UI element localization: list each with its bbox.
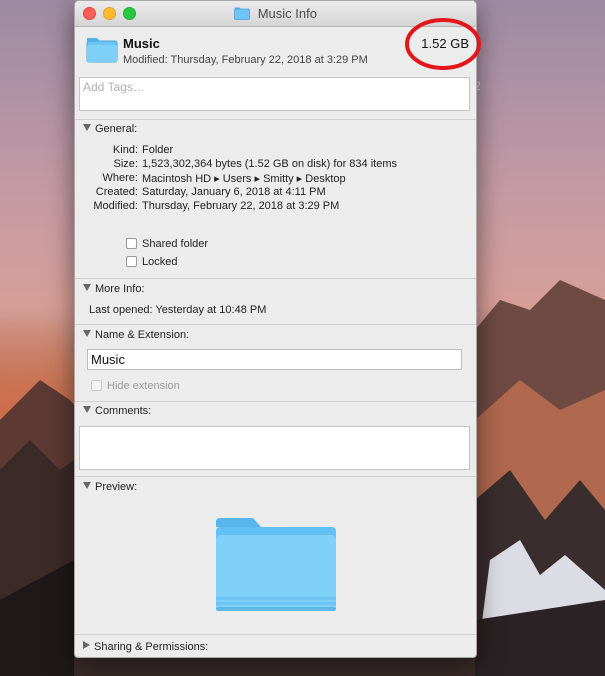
tags-field[interactable]: Add Tags… — [79, 77, 470, 111]
checkbox-box[interactable] — [91, 380, 102, 391]
divider — [75, 119, 476, 120]
info-key: Kind: — [112, 144, 138, 156]
window-title: Music Info — [257, 6, 317, 21]
section-more-info-toggle[interactable]: More Info: — [83, 283, 145, 295]
section-name-extension-toggle[interactable]: Name & Extension: — [83, 329, 189, 341]
section-sharing-label: Sharing & Permissions: — [94, 641, 209, 653]
hide-extension-checkbox[interactable]: Hide extension — [91, 380, 180, 392]
folder-icon — [234, 7, 250, 20]
info-value: 1,523,302,364 bytes (1.52 GB on disk) fo… — [142, 158, 397, 170]
divider — [75, 324, 476, 325]
info-key: Size: — [113, 158, 138, 170]
info-row-where: Where: Macintosh HD ▸ Users ▸ Smitty ▸ D… — [75, 172, 476, 186]
checkbox-box[interactable] — [126, 256, 137, 267]
folder-icon — [86, 38, 118, 63]
info-row-size: Size: 1,523,302,364 bytes (1.52 GB on di… — [75, 158, 476, 172]
section-more-info-label: More Info: — [95, 283, 145, 295]
divider — [75, 401, 476, 402]
shared-folder-checkbox[interactable]: Shared folder — [126, 238, 208, 250]
disclosure-right-icon — [83, 641, 90, 649]
last-opened-row: Last opened: Yesterday at 10:48 PM — [89, 304, 266, 316]
annotation-circle — [405, 18, 481, 70]
divider — [75, 634, 476, 635]
checkbox-box[interactable] — [126, 238, 137, 249]
disclosure-down-icon — [83, 124, 91, 131]
general-info-list: Kind: Folder Size: 1,523,302,364 bytes (… — [75, 144, 476, 214]
last-opened-value: Yesterday at 10:48 PM — [155, 304, 267, 316]
info-window: Music Info Music Modified: Thursday, Feb… — [74, 0, 477, 658]
last-opened-key: Last opened: — [89, 304, 153, 316]
info-key: Modified: — [93, 200, 138, 212]
section-sharing-toggle[interactable]: Sharing & Permissions: — [83, 641, 208, 653]
comments-field[interactable] — [79, 426, 470, 470]
section-preview-label: Preview: — [95, 481, 138, 493]
section-preview-toggle[interactable]: Preview: — [83, 481, 137, 493]
info-key: Where: — [102, 172, 138, 184]
section-name-extension-label: Name & Extension: — [95, 329, 190, 341]
info-key: Created: — [95, 186, 138, 198]
locked-checkbox[interactable]: Locked — [126, 256, 177, 268]
name-field[interactable] — [87, 349, 462, 370]
locked-label: Locked — [142, 256, 178, 268]
info-value: Saturday, January 6, 2018 at 4:11 PM — [142, 186, 326, 198]
section-comments-toggle[interactable]: Comments: — [83, 405, 151, 417]
section-general-toggle[interactable]: General: — [83, 123, 137, 135]
shared-folder-label: Shared folder — [142, 238, 209, 250]
info-value: Folder — [142, 144, 174, 156]
item-name: Music — [123, 36, 160, 51]
info-value: Macintosh HD ▸ Users ▸ Smitty ▸ Desktop — [142, 173, 346, 185]
info-row-kind: Kind: Folder — [75, 144, 476, 158]
disclosure-down-icon — [83, 284, 91, 291]
tags-placeholder: Add Tags… — [83, 80, 145, 94]
item-modified: Modified: Thursday, February 22, 2018 at… — [123, 54, 368, 66]
info-value: Thursday, February 22, 2018 at 3:29 PM — [142, 200, 340, 212]
hide-extension-label: Hide extension — [107, 380, 180, 392]
divider — [75, 476, 476, 477]
folder-preview-icon — [216, 518, 336, 611]
section-general-label: General: — [95, 123, 138, 135]
info-row-created: Created: Saturday, January 6, 2018 at 4:… — [75, 186, 476, 200]
disclosure-down-icon — [83, 482, 91, 489]
divider — [75, 278, 476, 279]
info-row-modified: Modified: Thursday, February 22, 2018 at… — [75, 200, 476, 214]
disclosure-down-icon — [83, 406, 91, 413]
section-comments-label: Comments: — [95, 405, 152, 417]
disclosure-down-icon — [83, 330, 91, 337]
